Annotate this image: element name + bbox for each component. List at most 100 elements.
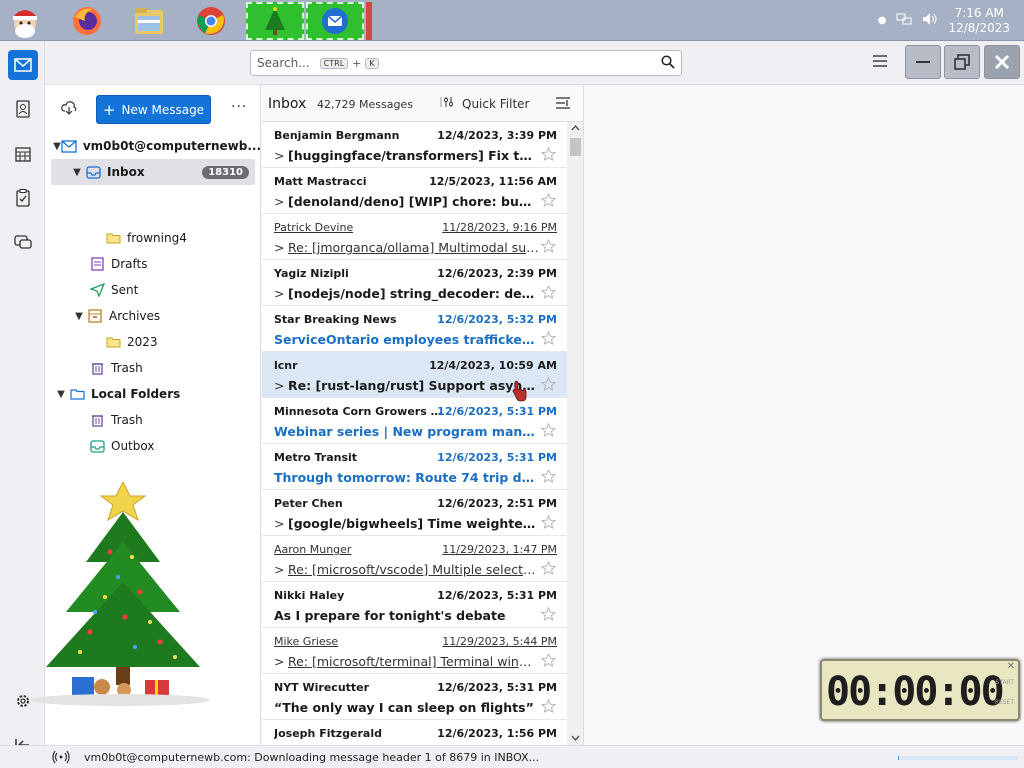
thread-pane-header: Inbox 42,729 Messages Quick Filter [262,85,583,122]
message-sender: Metro Transit [274,451,358,464]
message-row[interactable]: Benjamin Bergmann 12/4/2023, 3:39 PM > [hug… [262,122,567,168]
timer-widget[interactable]: 00:00:00 ✕ START RESET [820,659,1020,721]
timer-reset-button[interactable]: RESET [995,699,1014,706]
folder-pane-more-button[interactable]: ··· [231,99,247,115]
chevron-down-icon[interactable]: ▼ [53,389,69,400]
message-row[interactable]: Peter Chen 12/6/2023, 2:51 PM > [google/big… [262,490,567,536]
star-icon[interactable] [540,606,557,624]
scroll-down-icon [571,735,580,741]
search-input[interactable]: Search... CTRL + K [250,50,682,76]
chrome-icon[interactable] [192,2,230,40]
scrollbar-thumb[interactable] [570,138,581,156]
folder-2023[interactable]: 2023 [45,329,260,355]
mouse-cursor-icon [511,380,529,405]
chevron-down-icon[interactable]: ▼ [69,167,85,178]
christmas-tree-app-icon[interactable] [246,2,304,40]
chevron-right-icon[interactable]: > [274,194,288,209]
message-subject-wrap: Webinar series | New program manager [274,424,539,439]
message-subject-wrap: > [denoland/deno] [WIP] chore: bump ... [274,194,539,209]
folder-icon [105,231,121,245]
timer-start-button[interactable]: START [995,679,1014,686]
file-manager-icon[interactable] [130,2,168,40]
notification-dot-icon[interactable]: ● [878,15,887,26]
network-icon[interactable] [896,12,912,29]
message-row[interactable]: Star Breaking News 12/6/2023, 5:32 PM Serv… [262,306,567,352]
volume-icon[interactable] [922,12,938,29]
mail-space-icon[interactable] [8,50,38,80]
star-icon[interactable] [540,146,557,164]
minimize-button[interactable] [905,45,941,79]
star-icon[interactable] [540,284,557,302]
star-icon[interactable] [540,468,557,486]
folder-local-trash[interactable]: Trash [45,407,260,433]
tasks-icon[interactable] [8,183,38,213]
message-row[interactable]: Aaron Munger 11/29/2023, 1:47 PM > Re: [mic… [262,536,567,582]
get-messages-icon[interactable] [61,101,77,118]
thread-pane: Inbox 42,729 Messages Quick Filter Benja… [262,85,584,745]
chevron-right-icon[interactable]: > [274,286,288,301]
chevron-right-icon[interactable]: > [274,516,288,531]
star-icon[interactable] [540,514,557,532]
address-book-icon[interactable] [8,94,38,124]
quick-filter-button[interactable]: Quick Filter [440,96,529,111]
folder-sent[interactable]: Sent [45,277,260,303]
folder-label: Sent [111,283,139,297]
star-icon[interactable] [540,652,557,670]
chevron-right-icon[interactable]: > [274,378,288,393]
message-sender: Aaron Munger [274,543,352,556]
clock[interactable]: 7:16 AM 12/8/2023 [948,6,1010,36]
folder-drafts[interactable]: Drafts [45,251,260,277]
timer-close-icon[interactable]: ✕ [1007,661,1015,672]
message-subject: Through tomorrow: Route 74 trip depar... [274,470,539,485]
message-row[interactable]: NYT Wirecutter 12/6/2023, 5:31 PM “The onl… [262,674,567,720]
chevron-right-icon[interactable]: > [274,562,288,577]
display-options-icon[interactable] [556,97,570,112]
star-icon[interactable] [540,238,557,256]
star-icon[interactable] [540,192,557,210]
folder-outbox[interactable]: Outbox [45,433,260,459]
santa-icon[interactable] [6,2,44,40]
chevron-down-icon[interactable]: ▼ [53,141,61,152]
folder-inbox[interactable]: ▼ Inbox 18310 [51,159,255,185]
message-row[interactable]: Metro Transit 12/6/2023, 5:31 PM Through t… [262,444,567,490]
thunderbird-icon[interactable] [306,2,364,40]
search-icon[interactable] [661,55,675,72]
trash-icon [89,361,105,375]
account-row[interactable]: ▼ vm0b0t@computernewb... [45,133,260,159]
message-sender: Mike Griese [274,635,339,648]
message-row[interactable]: Joseph Fitzgerald 12/6/2023, 1:56 PM [262,720,567,745]
folder-archives[interactable]: ▼ Archives [45,303,260,329]
app-menu-icon[interactable] [873,55,889,69]
message-date: 12/6/2023, 5:31 PM [437,589,557,602]
firefox-icon[interactable] [68,2,106,40]
star-icon[interactable] [540,376,557,394]
folder-local-folders[interactable]: ▼ Local Folders [45,381,260,407]
chevron-right-icon[interactable]: > [274,148,288,163]
chevron-right-icon[interactable]: > [274,654,288,669]
message-row[interactable]: Patrick Devine 11/28/2023, 9:16 PM > Re: [j… [262,214,567,260]
message-row[interactable]: Yagiz Nizipli 12/6/2023, 2:39 PM > [nodejs/… [262,260,567,306]
chevron-right-icon[interactable]: > [274,240,288,255]
message-row[interactable]: Matt Mastracci 12/5/2023, 11:56 AM > [denol… [262,168,567,214]
message-date: 12/6/2023, 2:39 PM [437,267,557,280]
close-button[interactable] [984,45,1020,79]
folder-trash[interactable]: Trash [45,355,260,381]
christmas-tree-decoration [20,480,220,712]
new-message-button[interactable]: + New Message [96,95,211,124]
star-icon[interactable] [540,330,557,348]
chat-icon[interactable] [8,228,38,258]
message-subject: Re: [microsoft/vscode] Multiple selected… [288,562,539,577]
star-icon[interactable] [540,698,557,716]
star-icon[interactable] [540,422,557,440]
calendar-icon[interactable] [8,139,38,169]
shortcut-key-ctrl: CTRL [319,57,349,69]
folder-frowning4[interactable]: frowning4 [45,225,260,251]
restore-button[interactable] [944,45,980,79]
chevron-down-icon[interactable]: ▼ [71,311,87,322]
star-icon[interactable] [540,560,557,578]
thread-scrollbar[interactable] [567,122,583,745]
online-status-icon[interactable] [52,750,70,767]
message-row[interactable]: Mike Griese 11/29/2023, 5:44 PM > Re: [micr… [262,628,567,674]
folder-title: Inbox [268,96,307,112]
message-row[interactable]: Nikki Haley 12/6/2023, 5:31 PM As I prepar… [262,582,567,628]
